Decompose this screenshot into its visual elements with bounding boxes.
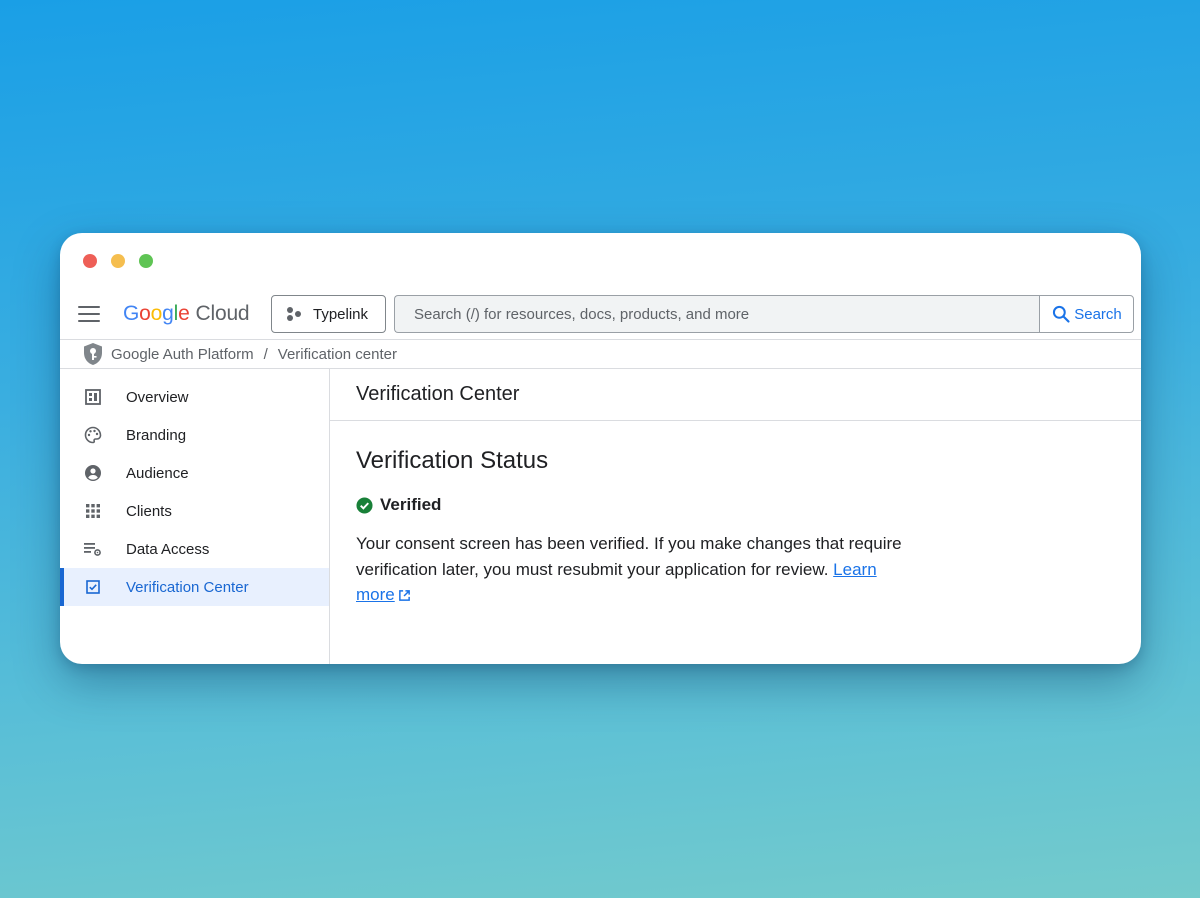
- sidebar-item-label: Branding: [126, 426, 187, 444]
- google-cloud-logo[interactable]: Google Cloud: [123, 300, 250, 328]
- sidebar-item-label: Clients: [126, 502, 172, 520]
- section-title: Verification Status: [356, 447, 549, 474]
- list-settings-icon: [84, 540, 102, 558]
- project-picker-button[interactable]: Typelink: [271, 295, 386, 333]
- check-circle-icon: [356, 496, 373, 514]
- status-label: Verified: [380, 495, 442, 514]
- sidebar-item-label: Data Access: [126, 540, 210, 558]
- external-link-icon: [398, 590, 410, 601]
- shield-key-icon: [82, 342, 104, 366]
- breadcrumb: Google Auth Platform / Verification cent…: [60, 339, 1141, 369]
- search-field[interactable]: [394, 295, 1040, 333]
- logo-cloud-text: Cloud: [195, 302, 250, 325]
- sidebar-nav: Overview Branding Audience Clients Data …: [60, 369, 330, 664]
- page-title: Verification Center: [330, 369, 1141, 421]
- sidebar-item-branding[interactable]: Branding: [60, 416, 329, 454]
- palette-icon: [84, 426, 102, 444]
- search-icon: [1053, 305, 1070, 323]
- breadcrumb-current-page: Verification center: [277, 345, 397, 363]
- top-bar: Google Cloud Typelink Search: [60, 294, 1141, 334]
- content-area: Verification Status Verified Your consen…: [330, 421, 1141, 634]
- maximize-window-button[interactable]: [139, 254, 153, 268]
- description-text: Your consent screen has been verified. I…: [356, 534, 902, 579]
- menu-icon[interactable]: [78, 306, 100, 322]
- sidebar-item-label: Verification Center: [126, 578, 249, 596]
- checkbox-icon: [84, 578, 102, 596]
- main-content: Verification Center Verification Status …: [330, 369, 1141, 664]
- dashboard-icon: [84, 388, 102, 406]
- grid-icon: [84, 502, 102, 520]
- sidebar-item-label: Audience: [126, 464, 189, 482]
- sidebar-item-label: Overview: [126, 388, 189, 406]
- search-button-label: Search: [1074, 305, 1122, 323]
- close-window-button[interactable]: [83, 254, 97, 268]
- project-name: Typelink: [313, 305, 369, 323]
- search-input[interactable]: [414, 305, 1040, 323]
- sidebar-item-clients[interactable]: Clients: [60, 492, 329, 530]
- person-circle-icon: [84, 464, 102, 482]
- sidebar-item-audience[interactable]: Audience: [60, 454, 329, 492]
- status-description: Your consent screen has been verified. I…: [356, 531, 906, 608]
- project-dots-icon: [287, 307, 301, 321]
- search-button[interactable]: Search: [1039, 295, 1134, 333]
- breadcrumb-separator: /: [263, 345, 268, 363]
- sidebar-item-data-access[interactable]: Data Access: [60, 530, 329, 568]
- minimize-window-button[interactable]: [111, 254, 125, 268]
- sidebar-item-overview[interactable]: Overview: [60, 378, 329, 416]
- browser-window: Google Cloud Typelink Search (/) for res…: [60, 233, 1141, 664]
- status-badge: Verified: [356, 495, 1115, 515]
- sidebar-item-verification-center[interactable]: Verification Center: [60, 568, 329, 606]
- window-controls: [83, 254, 153, 268]
- breadcrumb-product-link[interactable]: Google Auth Platform: [111, 346, 254, 363]
